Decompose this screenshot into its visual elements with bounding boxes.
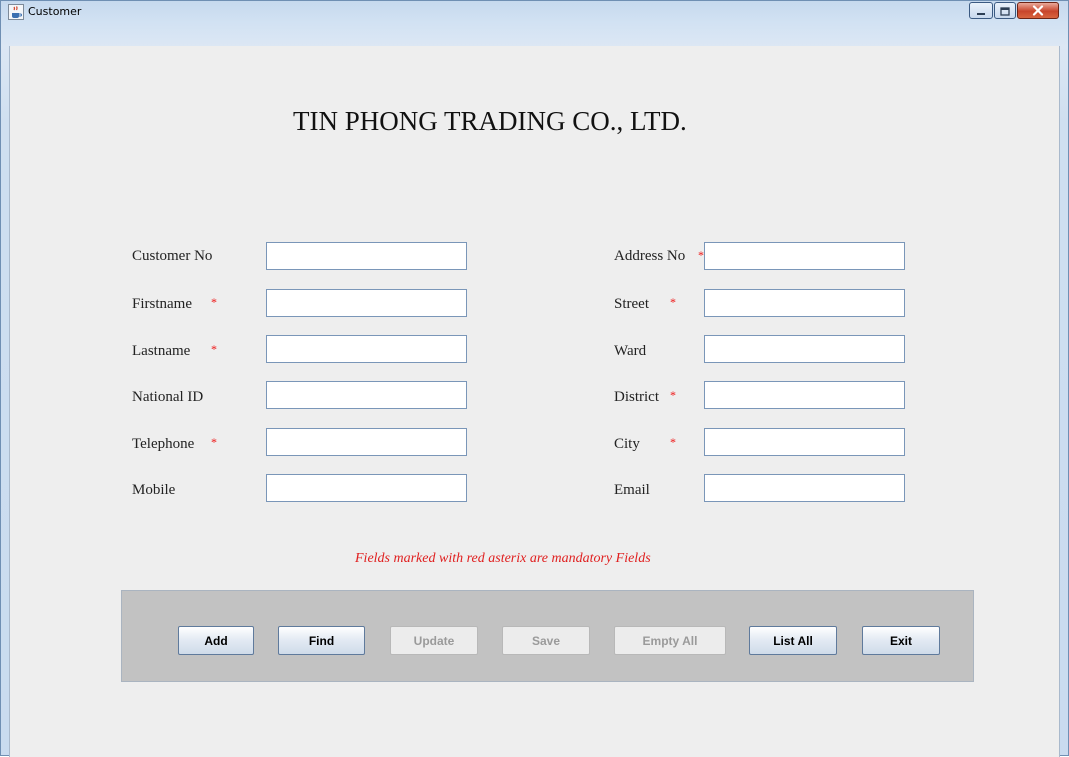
minimize-icon	[976, 1, 986, 20]
firstname-field[interactable]	[266, 289, 467, 317]
telephone-required-marker: *	[211, 435, 217, 449]
lastname-field[interactable]	[266, 335, 467, 363]
telephone-field[interactable]	[266, 428, 467, 456]
update-button[interactable]: Update	[390, 626, 478, 655]
email-field[interactable]	[704, 474, 905, 502]
lastname-required-marker: *	[211, 342, 217, 356]
find-button[interactable]: Find	[278, 626, 365, 655]
close-icon	[1032, 1, 1044, 20]
customer-no-label: Customer No	[132, 248, 213, 264]
district-label: District	[614, 389, 659, 405]
customer-form-panel: TIN PHONG TRADING CO., LTD. Customer No …	[9, 46, 1060, 757]
street-field[interactable]	[704, 289, 905, 317]
window-title: Customer	[28, 5, 82, 18]
ward-label: Ward	[614, 343, 647, 359]
mobile-label: Mobile	[132, 482, 176, 498]
telephone-label: Telephone	[132, 436, 195, 452]
action-button-panel: Add Find Update Save Empty All List All …	[121, 590, 974, 682]
java-cup-icon[interactable]	[8, 4, 24, 20]
save-button[interactable]: Save	[502, 626, 590, 655]
city-required-marker: *	[670, 435, 676, 449]
city-label: City	[614, 436, 640, 452]
street-label: Street	[614, 296, 649, 312]
maximize-icon	[1000, 1, 1010, 20]
district-required-marker: *	[670, 388, 676, 402]
city-field[interactable]	[704, 428, 905, 456]
national-id-field[interactable]	[266, 381, 467, 409]
exit-button[interactable]: Exit	[862, 626, 940, 655]
mandatory-fields-note: Fields marked with red asterix are manda…	[355, 551, 651, 566]
street-required-marker: *	[670, 295, 676, 309]
address-no-label: Address No	[614, 248, 686, 264]
mobile-field[interactable]	[266, 474, 467, 502]
email-label: Email	[614, 482, 650, 498]
customer-no-field[interactable]	[266, 242, 467, 270]
ward-field[interactable]	[704, 335, 905, 363]
application-window: Customer TIN PHONG TRADING CO., LTD. Cus…	[0, 0, 1069, 757]
empty-all-button[interactable]: Empty All	[614, 626, 726, 655]
maximize-button[interactable]	[994, 2, 1016, 19]
district-field[interactable]	[704, 381, 905, 409]
national-id-label: National ID	[132, 389, 204, 405]
firstname-label: Firstname	[132, 296, 192, 312]
close-button[interactable]	[1017, 2, 1059, 19]
lastname-label: Lastname	[132, 343, 191, 359]
company-heading: TIN PHONG TRADING CO., LTD.	[293, 106, 687, 136]
minimize-button[interactable]	[969, 2, 993, 19]
title-bar[interactable]: Customer	[1, 1, 1068, 23]
list-all-button[interactable]: List All	[749, 626, 837, 655]
add-button[interactable]: Add	[178, 626, 254, 655]
firstname-required-marker: *	[211, 295, 217, 309]
address-no-field[interactable]	[704, 242, 905, 270]
